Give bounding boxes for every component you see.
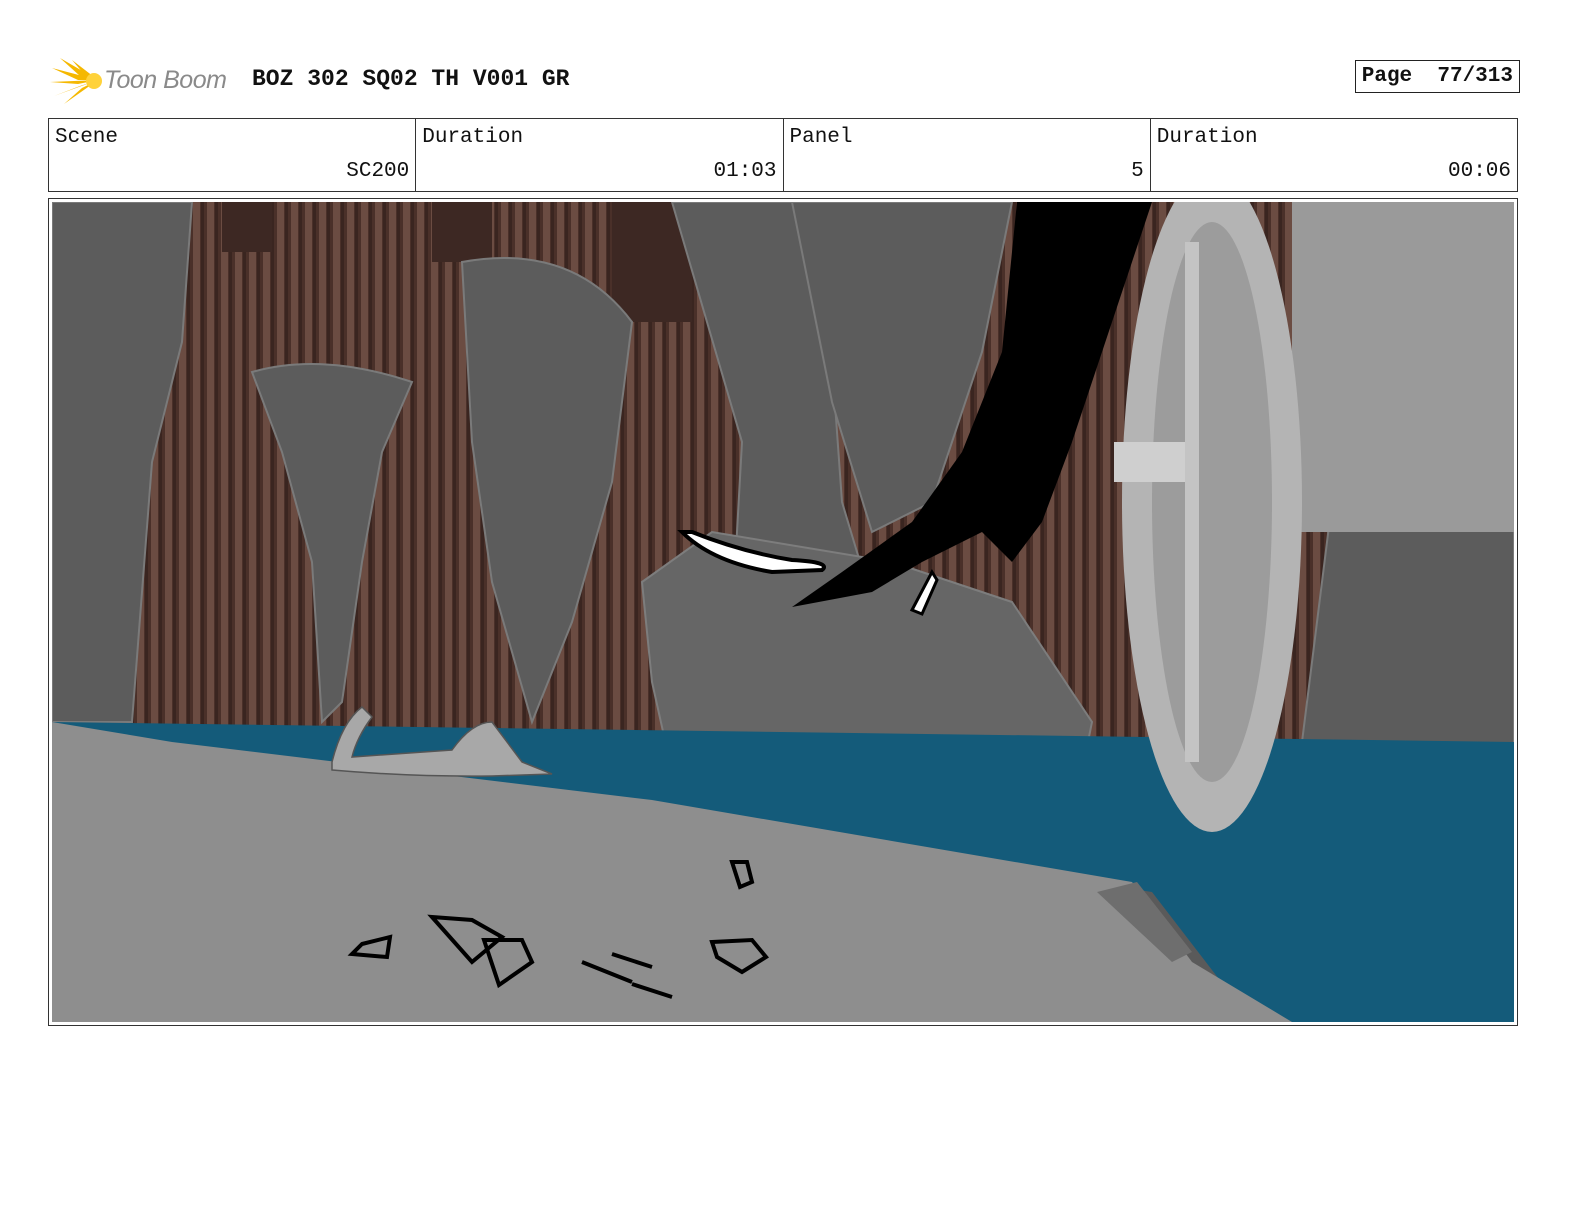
document-title: BOZ 302 SQ02 TH V001 GR bbox=[252, 66, 570, 92]
storyboard-panel bbox=[48, 198, 1518, 1026]
scene-label: Scene bbox=[55, 126, 119, 149]
scene-duration-label: Duration bbox=[422, 126, 524, 149]
panel-value: 5 bbox=[1131, 160, 1144, 183]
panel-cell: Panel 5 bbox=[784, 119, 1151, 191]
starburst-icon bbox=[50, 58, 102, 104]
page-indicator: Page 77/313 bbox=[1354, 60, 1520, 93]
scene-cell: Scene SC200 bbox=[49, 119, 417, 191]
logo-text: Toon Boom bbox=[104, 66, 227, 94]
scene-duration-cell: Duration 01:03 bbox=[416, 119, 784, 191]
info-table: Scene SC200 Duration 01:03 Panel 5 Durat… bbox=[48, 118, 1518, 192]
panel-duration-value: 00:06 bbox=[1447, 160, 1511, 183]
page-number: 77/313 bbox=[1437, 65, 1513, 88]
panel-artwork bbox=[52, 202, 1514, 1022]
toon-boom-logo: Toon Boom bbox=[50, 56, 240, 106]
page-label: Page bbox=[1361, 65, 1413, 88]
page-header: Toon Boom BOZ 302 SQ02 TH V001 GR Page 7… bbox=[50, 56, 1520, 104]
panel-label: Panel bbox=[789, 126, 853, 149]
panel-duration-label: Duration bbox=[1156, 126, 1258, 149]
scene-duration-value: 01:03 bbox=[713, 160, 777, 183]
scene-value: SC200 bbox=[346, 160, 410, 183]
panel-duration-cell: Duration 00:06 bbox=[1151, 119, 1517, 191]
